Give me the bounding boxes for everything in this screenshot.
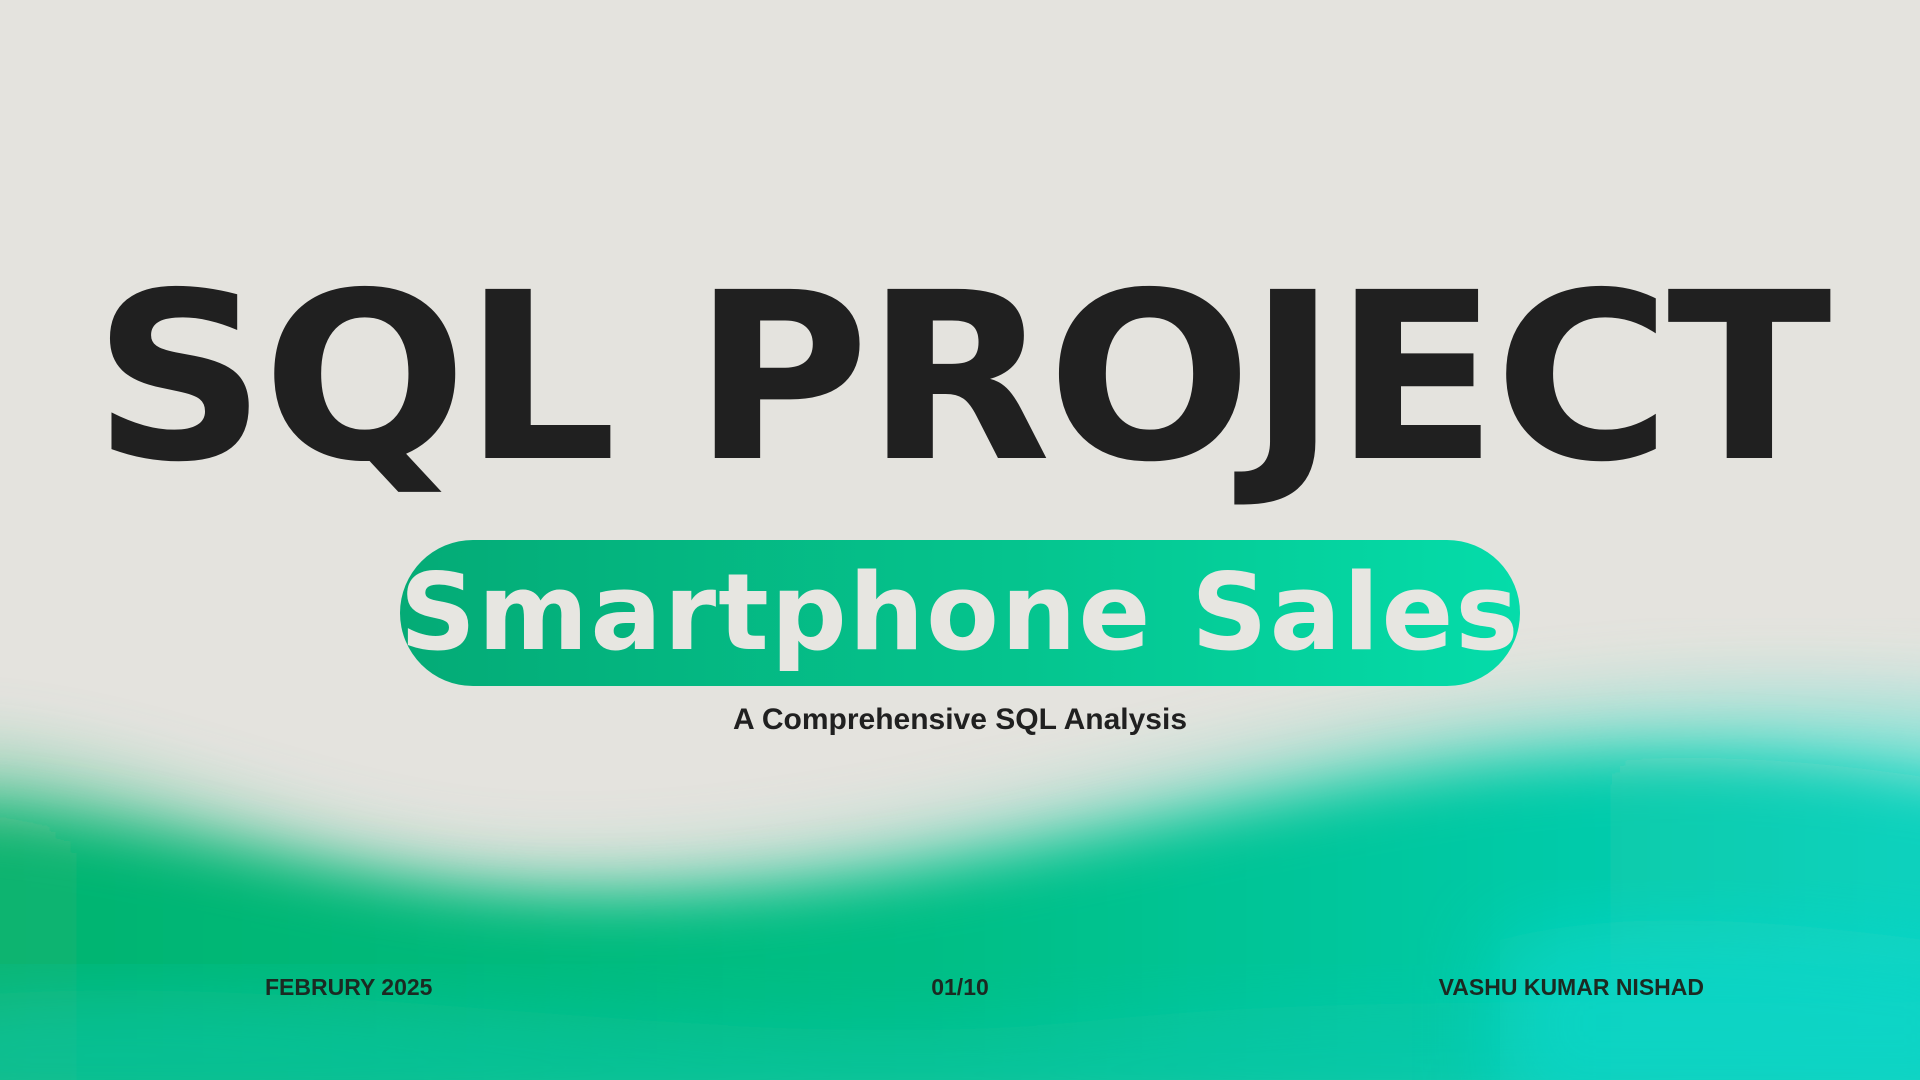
footer-author: VASHU KUMAR NISHAD — [1438, 974, 1704, 1000]
subtitle-pill: Smartphone Sales — [400, 540, 1520, 686]
tagline: A Comprehensive SQL Analysis — [732, 703, 1188, 736]
subtitle-pill-text: Smartphone Sales — [399, 551, 1521, 674]
slide-title: SQL PROJECT — [0, 262, 1920, 494]
slide-title-text: SQL PROJECT — [92, 243, 1832, 513]
